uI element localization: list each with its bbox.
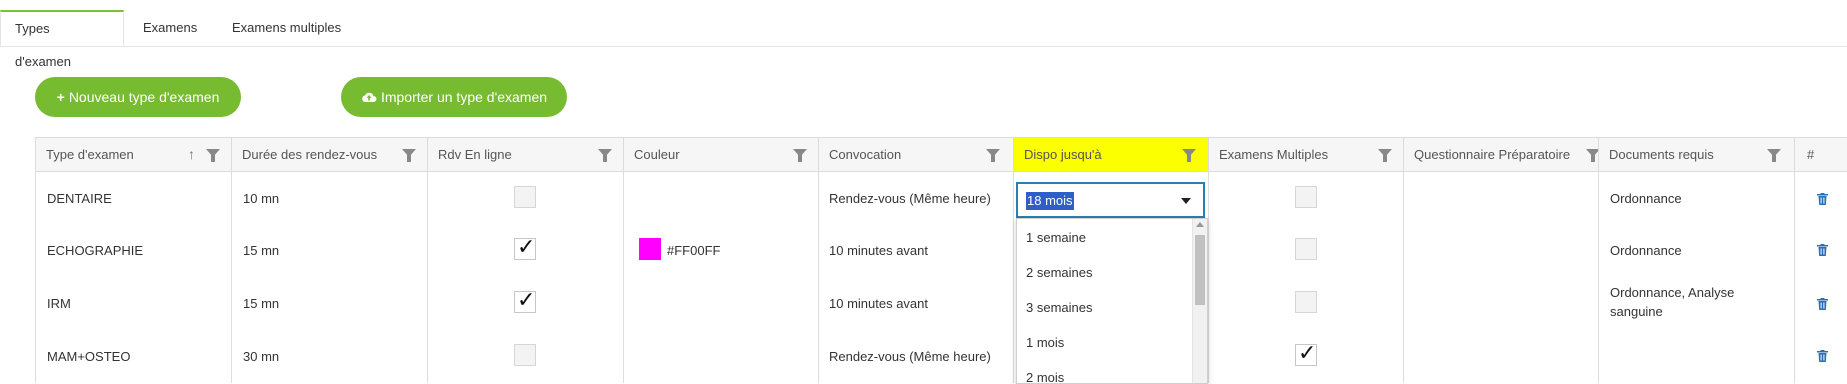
tab-label: Examens <box>143 20 198 35</box>
cell-duree: 15 mn <box>243 296 280 311</box>
column-header-examens-multiples[interactable]: Examens Multiples <box>1209 138 1404 172</box>
tab-types-examen[interactable]: Types d'examen <box>0 10 124 69</box>
column-header-rdv-en-ligne[interactable]: Rdv En ligne <box>428 138 624 172</box>
column-divider <box>231 172 232 383</box>
dispo-select[interactable]: 18 mois <box>1016 182 1205 218</box>
cell-type: ECHOGRAPHIE <box>47 243 144 258</box>
dropdown-option[interactable]: 1 semaine <box>1026 230 1086 245</box>
rdv-en-ligne-checkbox[interactable] <box>514 235 536 260</box>
column-header-duree[interactable]: Durée des rendez-vous <box>232 138 428 172</box>
import-exam-type-button[interactable]: Importer un type d'examen <box>341 77 567 117</box>
sort-ascending-icon[interactable]: ↑ <box>188 147 195 161</box>
tab-examens-multiples[interactable]: Examens multiples <box>218 10 355 46</box>
column-divider <box>818 172 819 383</box>
examens-multiples-checkbox[interactable] <box>1295 186 1317 208</box>
filter-icon[interactable] <box>1767 149 1781 162</box>
column-divider <box>1794 172 1795 383</box>
cell-documents: Ordonnance, Analyse sanguine <box>1610 285 1735 319</box>
cell-type: DENTAIRE <box>47 191 112 206</box>
column-label: Convocation <box>829 147 902 162</box>
column-divider <box>1208 172 1209 383</box>
column-divider <box>623 172 624 383</box>
dispo-dropdown-list[interactable]: 1 semaine 2 semaines 3 semaines 1 mois 2… <box>1016 218 1208 384</box>
rdv-en-ligne-checkbox[interactable] <box>514 186 536 208</box>
trash-icon[interactable] <box>1817 298 1828 310</box>
scroll-up-arrow-icon[interactable] <box>1196 222 1204 227</box>
column-label: Examens Multiples <box>1219 147 1329 162</box>
filter-icon[interactable] <box>1378 149 1392 162</box>
cell-convocation: 10 minutes avant <box>829 243 929 258</box>
column-divider <box>427 172 428 383</box>
cloud-upload-icon <box>361 78 377 118</box>
trash-icon[interactable] <box>1817 193 1828 205</box>
tab-label: Types d'examen <box>15 21 71 69</box>
filter-icon[interactable] <box>986 149 1000 162</box>
rdv-en-ligne-checkbox[interactable] <box>514 288 536 313</box>
filter-icon[interactable] <box>598 149 612 162</box>
column-divider <box>1598 172 1599 383</box>
tab-bar: Types d'examen Examens Examens multiples <box>0 10 1847 69</box>
column-label: Durée des rendez-vous <box>242 147 378 162</box>
cell-duree: 10 mn <box>243 191 280 206</box>
column-label: Questionnaire Préparatoire <box>1414 147 1571 162</box>
dropdown-scrollbar[interactable] <box>1192 219 1207 383</box>
column-label: # <box>1807 147 1815 162</box>
cell-convocation: Rendez-vous (Même heure) <box>829 349 991 364</box>
tab-examens[interactable]: Examens <box>129 10 211 46</box>
examens-multiples-checkbox[interactable] <box>1295 341 1317 366</box>
import-exam-type-label: Importer un type d'examen <box>380 89 548 105</box>
column-divider <box>1013 172 1014 383</box>
column-label: Couleur <box>634 147 680 162</box>
column-label: Rdv En ligne <box>438 147 512 162</box>
column-header-dispo[interactable]: Dispo jusqu'à <box>1014 138 1209 172</box>
examens-multiples-checkbox[interactable] <box>1295 291 1317 313</box>
filter-icon[interactable] <box>1182 149 1196 162</box>
color-swatch <box>639 238 661 260</box>
new-exam-type-button[interactable]: + Nouveau type d'examen <box>35 77 241 117</box>
cell-duree: 30 mn <box>243 349 280 364</box>
dropdown-option[interactable]: 3 semaines <box>1026 300 1092 315</box>
column-header-couleur[interactable]: Couleur <box>624 138 819 172</box>
new-exam-type-label: Nouveau type d'examen <box>68 89 220 105</box>
filter-icon[interactable] <box>206 149 220 162</box>
cell-type: MAM+OSTEO <box>47 349 131 364</box>
column-header-actions: # <box>1795 138 1847 172</box>
dropdown-option[interactable]: 1 mois <box>1026 335 1064 350</box>
filter-icon[interactable] <box>402 149 416 162</box>
tab-label: Examens multiples <box>232 20 342 35</box>
filter-icon[interactable] <box>793 149 807 162</box>
cell-type: IRM <box>47 296 71 311</box>
column-label: Documents requis <box>1609 147 1714 162</box>
cell-documents: Ordonnance <box>1610 191 1682 206</box>
column-label: Dispo jusqu'à <box>1024 147 1102 162</box>
column-label: Type d'examen <box>46 147 134 162</box>
filter-icon[interactable] <box>1586 149 1598 162</box>
dispo-select-value: 18 mois <box>1026 192 1074 210</box>
exam-types-table: Type d'examen ↑ Durée des rendez-vous Rd… <box>35 137 1847 383</box>
cell-documents: Ordonnance <box>1610 243 1682 258</box>
examens-multiples-checkbox[interactable] <box>1295 238 1317 260</box>
scrollbar-thumb[interactable] <box>1195 235 1205 305</box>
column-header-documents[interactable]: Documents requis <box>1599 138 1795 172</box>
cell-convocation: Rendez-vous (Même heure) <box>829 191 991 206</box>
column-header-type-examen[interactable]: Type d'examen ↑ <box>36 138 232 172</box>
column-divider <box>1403 172 1404 383</box>
cell-convocation: 10 minutes avant <box>829 296 929 311</box>
column-header-convocation[interactable]: Convocation <box>819 138 1014 172</box>
dropdown-option[interactable]: 2 semaines <box>1026 265 1092 280</box>
trash-icon[interactable] <box>1817 244 1828 256</box>
plus-icon: + <box>56 89 65 105</box>
column-header-questionnaire[interactable]: Questionnaire Préparatoire <box>1404 138 1599 172</box>
cell-couleur: #FF00FF <box>667 243 721 258</box>
rdv-en-ligne-checkbox[interactable] <box>514 344 536 366</box>
trash-icon[interactable] <box>1817 350 1828 362</box>
cell-duree: 15 mn <box>243 243 280 258</box>
caret-down-icon[interactable] <box>1181 198 1191 204</box>
